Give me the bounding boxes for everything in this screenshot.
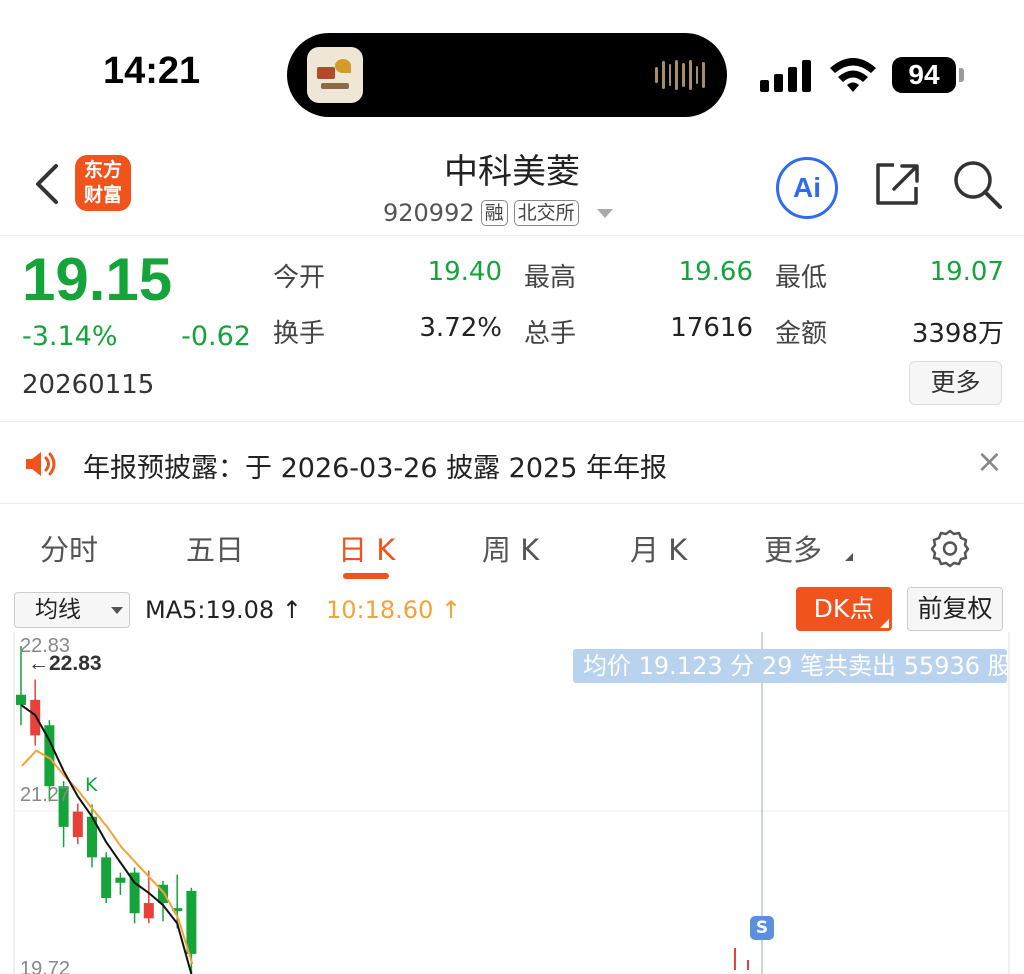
tab-five-day[interactable]: 五日 [186,527,244,569]
margin-tag: 融 [480,200,508,226]
speaker-icon [26,452,56,476]
high-price-marker: ←22.83 [28,652,102,675]
dropdown-arrow-icon [111,607,123,614]
active-tab-indicator [343,573,389,579]
dk-corner-icon [880,619,889,628]
more-quote-button[interactable]: 更多 [909,361,1002,405]
audio-waveform-icon [655,59,705,91]
open-value: 19.40 [427,257,502,287]
candle-body [101,857,112,898]
ma5-readout: MA5:19.08 ↑ [145,596,302,624]
kline-chart[interactable]: 22.83 21.27 19.72 ←22.83 K 均价 19.123 分 2… [0,632,1024,974]
announcement-bar[interactable]: 年报预披露：于 2026-03-26 披露 2025 年年报 × [0,422,1024,504]
current-price: 19.15 [22,246,173,313]
dk-point-button[interactable]: DK点 [796,587,892,631]
adjustment-button[interactable]: 前复权 [907,587,1003,631]
change-percent: -3.14% [22,321,118,352]
candle-body [115,877,126,883]
low-value: 19.07 [929,257,1004,287]
chart-toolbar: 均线 MA5:19.08 ↑ 10:18.60 ↑ DK点 前复权 [0,586,1024,632]
tab-monthly-k[interactable]: 月 K [630,527,687,569]
high-label: 最高 [524,263,577,293]
candle-body [186,890,197,954]
amount-value: 3398万 [911,319,1004,349]
volume-value: 17616 [670,313,753,343]
kline-svg [13,632,1010,974]
period-tabs: 分时 五日 日 K 周 K 月 K 更多 [0,505,1024,585]
k-signal-marker: K [85,774,98,796]
dynamic-island[interactable] [287,33,727,117]
candle-body [143,903,154,919]
cellular-signal-icon [760,58,814,92]
status-bar: 14:21 94 [0,0,1024,130]
wifi-icon [830,58,876,92]
y-tick-mid: 21.27 [20,784,71,806]
volume-label: 总手 [524,319,577,349]
status-time: 14:21 [103,50,201,92]
close-icon[interactable]: × [976,442,1003,480]
now-playing-app-icon [307,47,363,103]
candle-body [72,811,83,838]
turnover-value: 3.72% [419,313,502,343]
ma10-readout: 10:18.60 ↑ [326,596,462,624]
stock-header: 东方 财富 中科美菱 920992 融 北交所 Ai [0,130,1024,236]
tab-more[interactable]: 更多 [764,527,822,569]
battery-cap [959,68,964,82]
tab-daily-k[interactable]: 日 K [338,527,395,569]
quote-panel: 19.15 -3.14% -0.62 20260115 今开 19.40 最高 … [0,237,1024,422]
tab-intraday[interactable]: 分时 [40,527,98,569]
trade-tooltip: 均价 19.123 分 29 笔共卖出 55936 股 [573,649,1007,683]
ai-assistant-button[interactable]: Ai [776,157,838,219]
stock-code: 920992 [383,199,475,227]
stock-subtitle[interactable]: 920992 融 北交所 [383,198,613,228]
announcement-text: 年报预披露：于 2026-03-26 披露 2025 年年报 [83,453,667,484]
exchange-tag: 北交所 [513,200,579,226]
more-caret-icon [845,553,853,561]
amount-label: 金额 [775,319,828,349]
tab-weekly-k[interactable]: 周 K [482,527,539,569]
share-icon[interactable] [872,159,922,209]
turnover-label: 换手 [273,319,326,349]
sell-signal-badge[interactable]: S [750,916,774,940]
candle-body [16,694,26,705]
indicator-select-label: 均线 [35,597,81,623]
candle-body [30,699,41,736]
indicator-select[interactable]: 均线 [14,592,130,628]
battery-indicator: 94 [892,57,956,93]
quote-date: 20260115 [22,370,155,400]
open-label: 今开 [273,263,326,293]
chevron-down-icon[interactable] [596,208,613,218]
search-icon[interactable] [950,157,1004,211]
change-amount: -0.62 [181,321,251,352]
high-value: 19.66 [678,257,753,287]
dk-point-label: DK点 [813,594,875,623]
y-tick-bottom: 19.72 [20,958,71,974]
stock-name: 中科美菱 [444,152,580,192]
gear-icon[interactable] [930,528,970,568]
low-label: 最低 [775,263,828,293]
